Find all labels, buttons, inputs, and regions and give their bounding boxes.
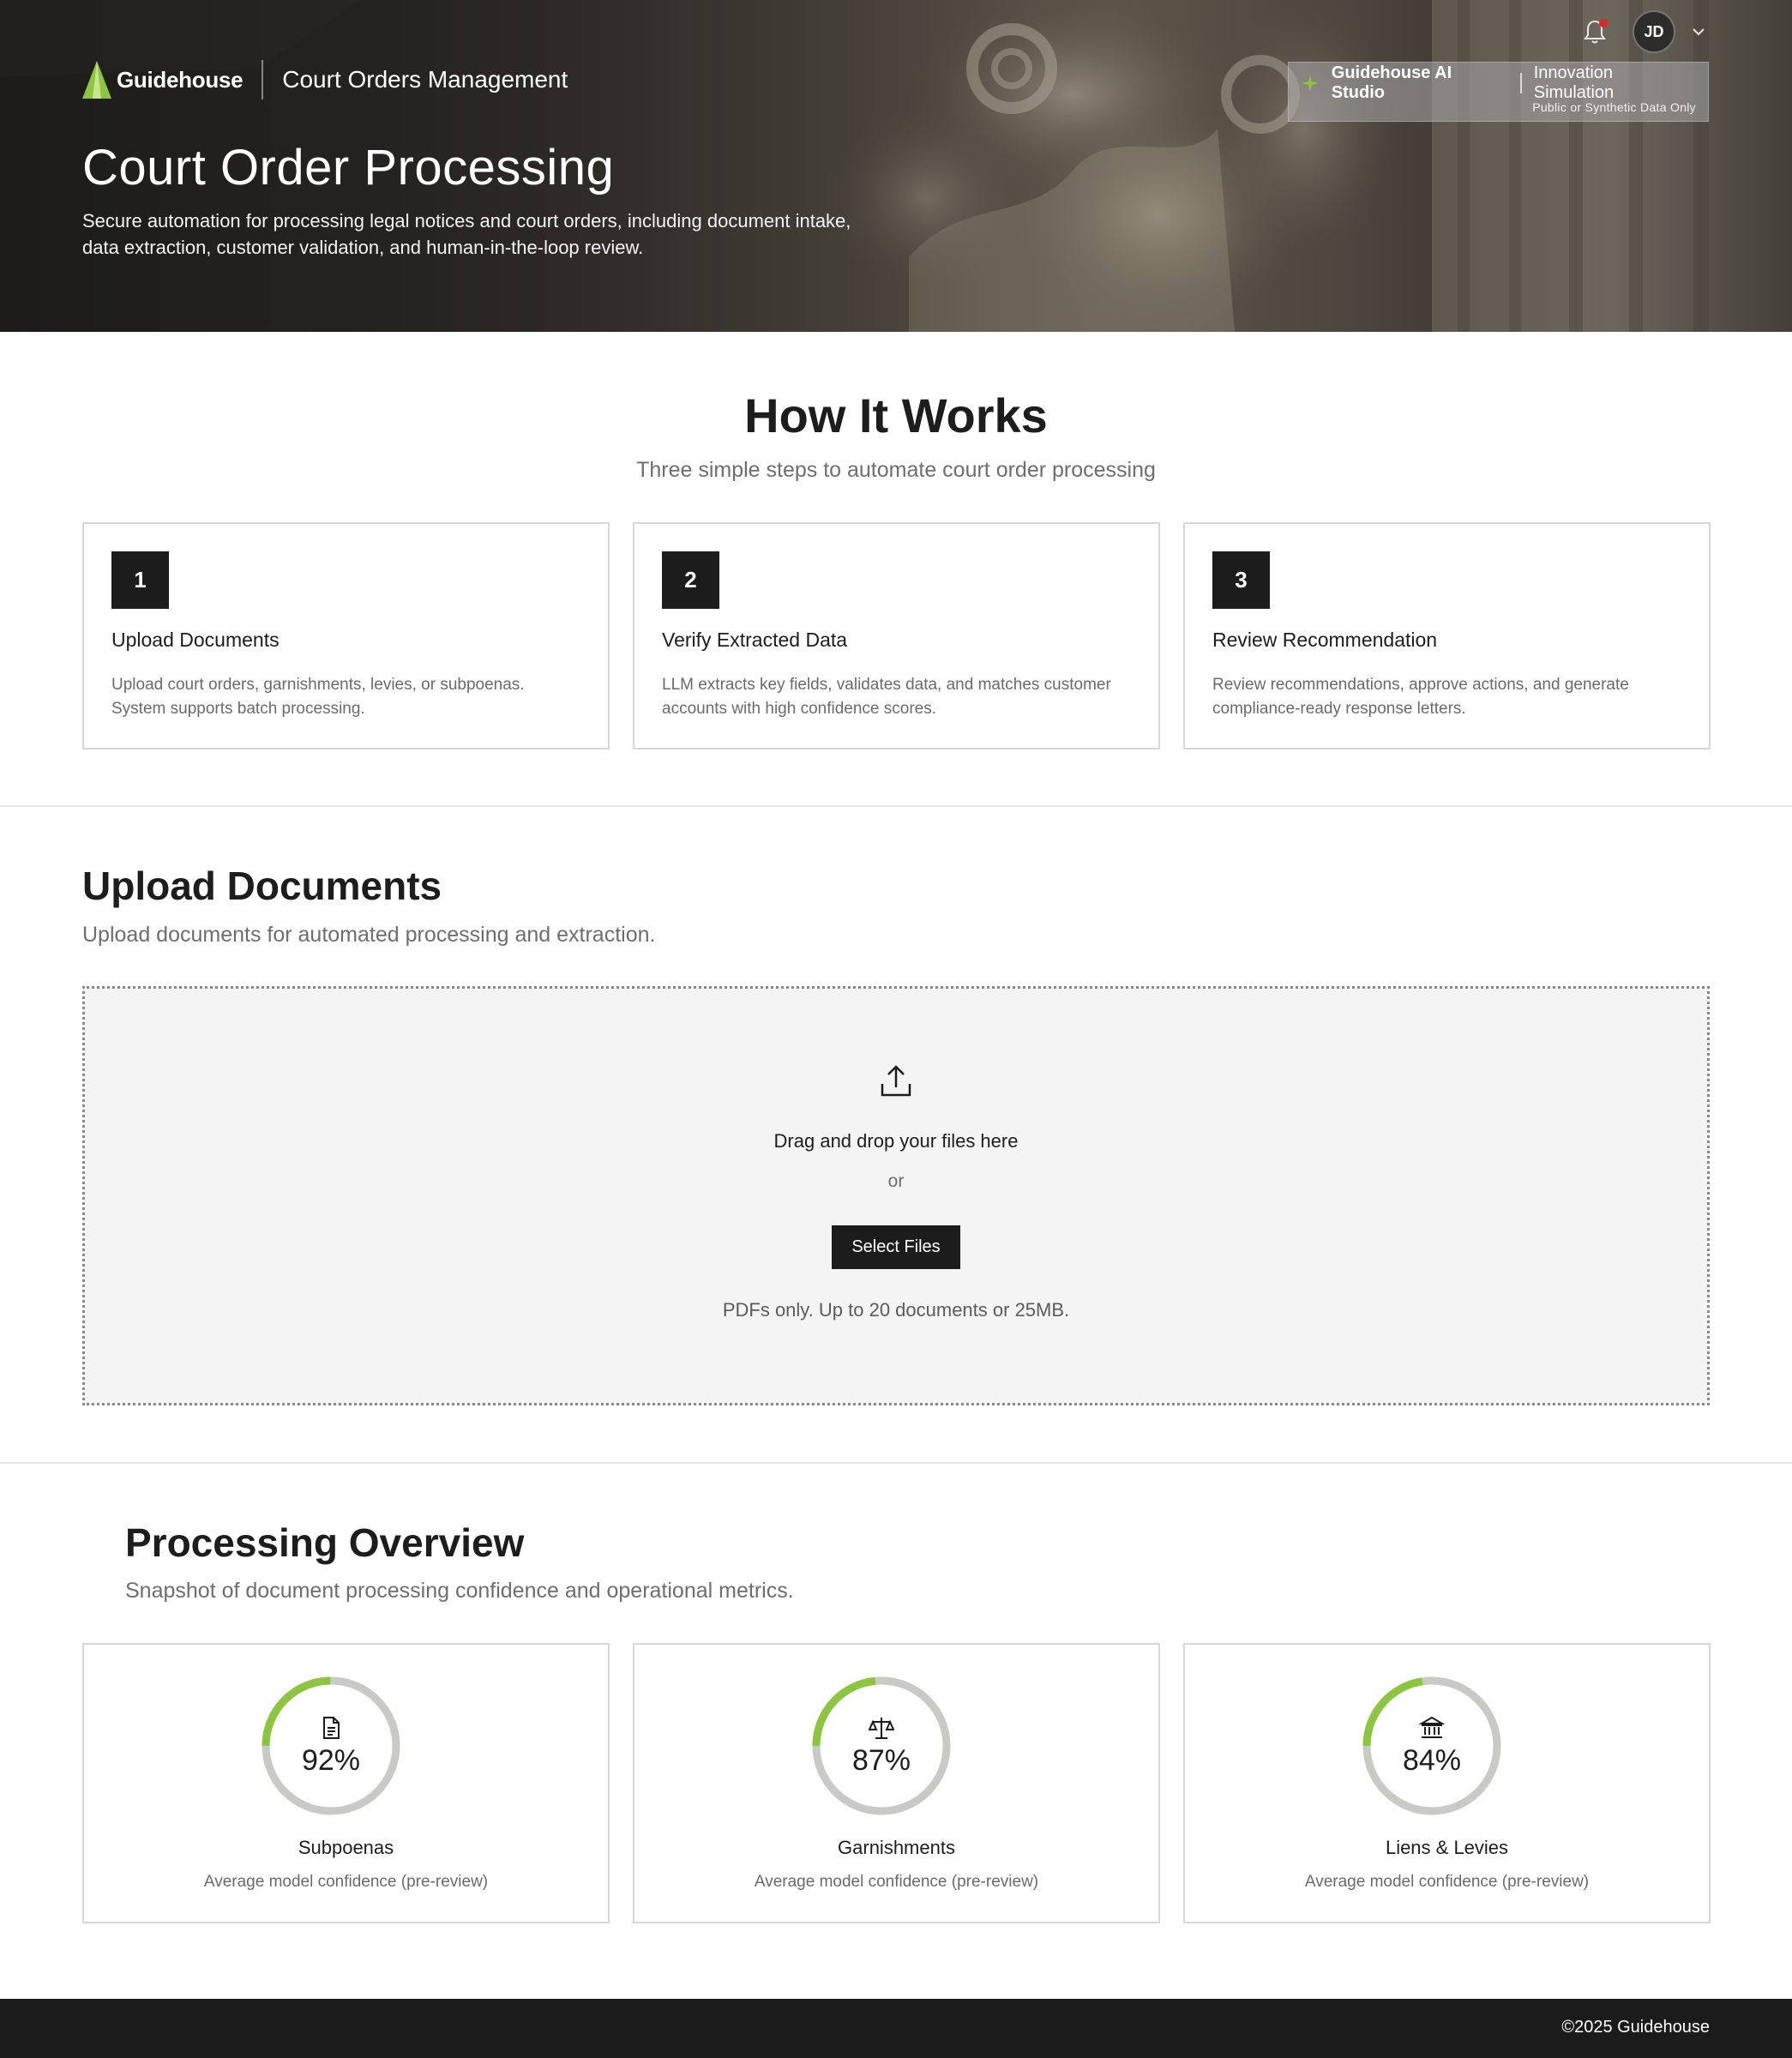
step-title: Upload Documents: [111, 629, 280, 651]
overview-subtitle: Snapshot of document processing confiden…: [125, 1579, 794, 1603]
metric-card-garnishments: 87% Garnishments Average model confidenc…: [633, 1643, 1160, 1923]
scales-icon: [869, 1718, 894, 1739]
brand-divider: [262, 60, 264, 99]
ai-studio-badge: Guidehouse AI Studio Innovation Simulati…: [1288, 62, 1709, 122]
document-icon: [323, 1717, 340, 1739]
confidence-value: 87%: [851, 1744, 911, 1777]
studio-mode: Innovation Simulation: [1533, 63, 1615, 102]
dropzone-or: or: [887, 1171, 905, 1191]
upload-subtitle: Upload documents for automated processin…: [82, 923, 656, 947]
step-title: Review Recommendation: [1212, 629, 1438, 651]
section-divider: [0, 805, 1792, 807]
step-card-review: 3 Review Recommendation Review recommend…: [1183, 522, 1711, 749]
user-actions: JD: [1579, 10, 1708, 53]
metric-card-subpoenas: 92% Subpoenas Average model confidence (…: [82, 1643, 610, 1923]
studio-name: Guidehouse AI Studio: [1331, 63, 1452, 102]
app-name: Court Orders Management: [282, 66, 568, 93]
select-files-button[interactable]: Select Files: [832, 1225, 960, 1269]
how-it-works-title: How It Works: [744, 388, 1048, 442]
page-title: Court Order Processing: [82, 140, 615, 196]
hero-banner: Guidehouse Court Orders Management JD Gu…: [0, 0, 1792, 332]
how-it-works-subtitle: Three simple steps to automate court ord…: [636, 458, 1156, 482]
upload-title: Upload Documents: [82, 864, 442, 908]
studio-divider: [1519, 73, 1522, 93]
step-number: 3: [1212, 551, 1270, 609]
step-card-verify: 2 Verify Extracted Data LLM extracts key…: [633, 522, 1160, 749]
sparkle-icon: [1301, 75, 1319, 92]
metric-label: Garnishments: [838, 1837, 955, 1858]
file-dropzone[interactable]: [82, 986, 1710, 1405]
brand-lockup[interactable]: Guidehouse Court Orders Management: [82, 60, 568, 99]
page-footer: ©2025 Guidehouse: [0, 1999, 1792, 2058]
guidehouse-logo-icon: [82, 61, 111, 99]
step-description: Upload court orders, garnishments, levie…: [111, 676, 525, 718]
brand-name: Guidehouse: [117, 66, 244, 93]
user-avatar[interactable]: JD: [1633, 10, 1675, 53]
overview-title: Processing Overview: [125, 1520, 525, 1565]
chevron-down-icon[interactable]: [1689, 22, 1708, 41]
confidence-value: 84%: [1402, 1744, 1462, 1777]
metric-card-liens-levies: 84% Liens & Levies Average model confide…: [1183, 1643, 1711, 1923]
step-description: Review recommendations, approve actions,…: [1212, 676, 1629, 718]
dropzone-instruction: Drag and drop your files here: [773, 1130, 1019, 1152]
page-description: Secure automation for processing legal n…: [82, 210, 851, 258]
upload-limits: PDFs only. Up to 20 documents or 25MB.: [722, 1299, 1070, 1321]
step-number: 1: [111, 551, 169, 609]
upload-icon: [881, 1065, 911, 1097]
metric-note: Average model confidence (pre-review): [754, 1873, 1039, 1891]
notifications-button[interactable]: [1579, 16, 1610, 47]
confidence-value: 92%: [301, 1744, 361, 1777]
bank-icon: [1419, 1716, 1445, 1738]
metric-note: Average model confidence (pre-review): [1304, 1873, 1590, 1891]
metric-label: Liens & Levies: [1385, 1837, 1509, 1858]
step-description: LLM extracts key fields, validates data,…: [662, 676, 1111, 718]
metric-label: Subpoenas: [298, 1837, 394, 1858]
step-title: Verify Extracted Data: [662, 629, 848, 651]
copyright-text: ©2025 Guidehouse: [1561, 2018, 1710, 2037]
section-divider: [0, 1462, 1792, 1464]
step-number: 2: [662, 551, 719, 609]
notification-dot: [1599, 19, 1608, 27]
step-card-upload: 1 Upload Documents Upload court orders, …: [82, 522, 610, 749]
metric-note: Average model confidence (pre-review): [203, 1873, 489, 1891]
